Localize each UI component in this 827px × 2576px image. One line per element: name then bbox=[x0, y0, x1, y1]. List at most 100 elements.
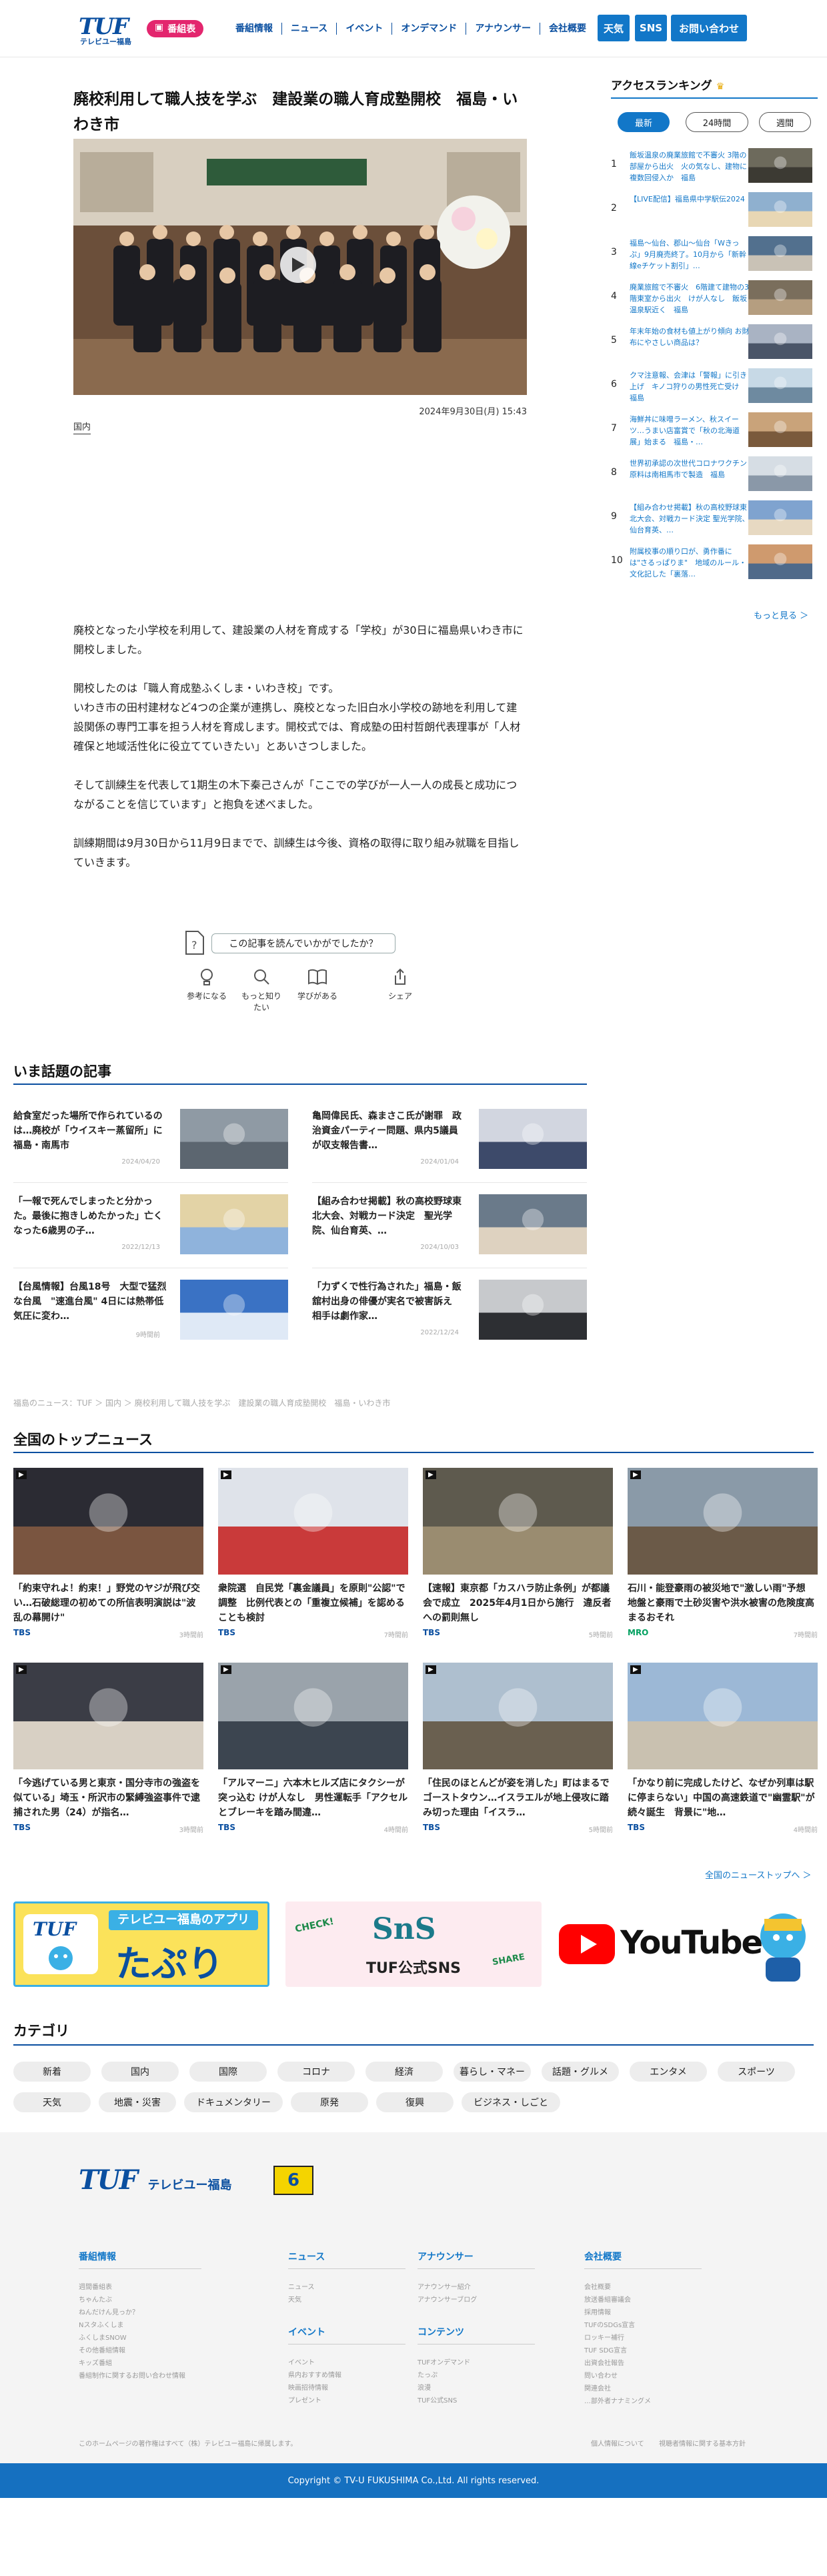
ranking-item-title[interactable]: 年末年始の食材も値上がり傾向 お財布にやさしい商品は？ bbox=[630, 326, 750, 360]
reaction-learn-button[interactable]: 学びがある bbox=[294, 967, 341, 1001]
topic-title[interactable]: 「力ずくで性行為された」福島・飯舘村出身の俳優が実名で被害訴え 相手は劇作家… bbox=[312, 1280, 466, 1324]
ranking-item[interactable]: 10 附属校事の順り口が、勇作番に は"さるっぱりま" 地域のルール・文化記した「… bbox=[611, 544, 812, 580]
ranking-item[interactable]: 1 飯坂温泉の廃業旅館で不審火 3階の部屋から出火 火の気なし、建物に複数回侵入か… bbox=[611, 148, 812, 184]
sns-button[interactable]: SNS bbox=[635, 15, 667, 41]
national-news-thumbnail[interactable]: ▶ bbox=[423, 1663, 613, 1769]
ranking-item-title[interactable]: 海鮮丼に味噌ラーメン、秋スイーツ…うまい店富賞で「秋の北海道展」始まる 福島・… bbox=[630, 414, 750, 448]
ranking-thumbnail[interactable] bbox=[748, 192, 812, 227]
ranking-item[interactable]: 6 クマ注意報、会津は「警報」に引き上げ キノコ狩りの男性死亡受け 福島 bbox=[611, 368, 812, 404]
category-chip[interactable]: 国際 bbox=[189, 2062, 267, 2082]
reaction-share-button[interactable]: シェア bbox=[377, 967, 424, 1001]
footer-link[interactable]: ニュース bbox=[288, 2281, 405, 2294]
category-chip[interactable]: 天気 bbox=[13, 2092, 91, 2112]
topic-thumbnail[interactable] bbox=[180, 1280, 288, 1340]
ranking-item[interactable]: 3 福島～仙台、郡山～仙台「Wきっぷ」9月廃売終了。10月から「新幹線eチケット割… bbox=[611, 236, 812, 272]
national-news-title[interactable]: 「かなり前に完成したけど、なぜか列車は駅に停まらない」中国の高速鉄道で"幽霊駅"… bbox=[628, 1776, 818, 1820]
play-icon[interactable] bbox=[280, 247, 316, 283]
nav-company[interactable]: 会社概要 bbox=[540, 23, 595, 35]
ranking-item-title[interactable]: 世界初承認の次世代コロナワクチン 原料は南相馬市で製造 福島 bbox=[630, 458, 750, 492]
nav-announcers[interactable]: アナウンサー bbox=[466, 23, 540, 35]
ranking-item-title[interactable]: クマ注意報、会津は「警報」に引き上げ キノコ狩りの男性死亡受け 福島 bbox=[630, 370, 750, 404]
category-chip[interactable]: 経済 bbox=[365, 2062, 443, 2082]
national-news-thumbnail[interactable]: ▶ bbox=[13, 1663, 203, 1769]
ranking-item-title[interactable]: 福島～仙台、郡山～仙台「Wきっぷ」9月廃売終了。10月から「新幹線eチケット割引… bbox=[630, 238, 750, 272]
nav-events[interactable]: イベント bbox=[336, 23, 391, 35]
footer-link[interactable]: 採用情報 bbox=[584, 2306, 702, 2319]
ranking-thumbnail[interactable] bbox=[748, 500, 812, 535]
footer-link[interactable]: 関連会社 bbox=[584, 2383, 702, 2395]
app-banner[interactable]: TUF テレビユー福島のアプリ たぷり bbox=[13, 1901, 269, 1987]
ranking-thumbnail[interactable] bbox=[748, 412, 812, 447]
topic-item[interactable]: 【組み合わせ掲載】秋の高校野球東北大会、対戦カード決定 聖光学院、仙台育英、… 2… bbox=[312, 1194, 587, 1260]
ranking-tab-weekly[interactable]: 週間 bbox=[759, 112, 811, 132]
national-news-title[interactable]: 「アルマーニ」六本木ヒルズ店にタクシーが突っ込む けが人なし 男性運転手「アクセ… bbox=[218, 1776, 408, 1820]
national-news-title[interactable]: 「約束守れよ！約束！」野党のヤジが飛び交い…石破総理の初めての所信表明演説は"波… bbox=[13, 1581, 203, 1625]
footer-link[interactable]: TUF公式SNS bbox=[418, 2395, 535, 2407]
footer-logo[interactable]: TUF テレビユー福島 bbox=[79, 2164, 232, 2196]
national-news-item[interactable]: ▶ 石川・能登豪雨の被災地で"激しい雨"予想 地盤と豪雨で土砂災害や洪水被害の危険… bbox=[628, 1468, 818, 1641]
footer-link[interactable]: 天気 bbox=[288, 2294, 405, 2306]
footer-privacy-link[interactable]: 個人情報について bbox=[591, 2438, 644, 2448]
footer-viewer-policy-link[interactable]: 視聴者情報に関する基本方針 bbox=[659, 2438, 746, 2448]
footer-link[interactable]: Nスタふくしま bbox=[79, 2319, 201, 2332]
national-news-item[interactable]: ▶ 「今逃げている男と東京・国分寺市の強盗を似ている」埼玉・所沢市の緊縛強盗事件で… bbox=[13, 1663, 203, 1836]
reaction-more-button[interactable]: もっと知りたい bbox=[238, 967, 285, 1013]
footer-link[interactable]: 会社概要 bbox=[584, 2281, 702, 2294]
ranking-item[interactable]: 8 世界初承認の次世代コロナワクチン 原料は南相馬市で製造 福島 bbox=[611, 456, 812, 492]
footer-link[interactable]: TUFのSDGs宣言 bbox=[584, 2319, 702, 2332]
ranking-item[interactable]: 2 【LIVE配信】福島県中学駅伝2024 bbox=[611, 192, 812, 228]
ranking-thumbnail[interactable] bbox=[748, 324, 812, 359]
category-chip[interactable]: 地震・災害 bbox=[99, 2092, 176, 2112]
ranking-item-title[interactable]: 附属校事の順り口が、勇作番に は"さるっぱりま" 地域のルール・文化記した「裏落… bbox=[630, 546, 750, 580]
category-chip[interactable]: 新着 bbox=[13, 2062, 91, 2082]
topic-title[interactable]: 給食室だった場所で作られているのは…廃校が「ウイスキー蒸留所」に 福島・南馬市 bbox=[13, 1109, 167, 1153]
footer-link[interactable]: TUFオンデマンド bbox=[418, 2356, 535, 2369]
footer-link[interactable]: アナウンサーブログ bbox=[418, 2294, 535, 2306]
topic-title[interactable]: 「一報で死んでしまったと分かった。最後に抱きしめたかった」亡くなった6歳男の子… bbox=[13, 1194, 167, 1238]
ranking-item[interactable]: 4 廃業旅館で不審火 6階建て建物の3階東室から出火 けが人なし 飯坂温泉駅近く … bbox=[611, 280, 812, 316]
ranking-item[interactable]: 9 【組み合わせ掲載】秋の高校野球東北大会、対戦カード決定 聖光学院、仙台育英、… bbox=[611, 500, 812, 536]
ranking-thumbnail[interactable] bbox=[748, 148, 812, 183]
footer-link[interactable]: 出資会社報告 bbox=[584, 2357, 702, 2370]
footer-link[interactable]: キッズ番組 bbox=[79, 2357, 201, 2370]
ranking-tab-latest[interactable]: 最新 bbox=[618, 112, 670, 132]
national-news-thumbnail[interactable]: ▶ bbox=[218, 1468, 408, 1575]
national-news-more-link[interactable]: 全国のニューストップへ ＞ bbox=[705, 1868, 811, 1881]
national-news-item[interactable]: ▶ 「約束守れよ！約束！」野党のヤジが飛び交い…石破総理の初めての所信表明演説は"… bbox=[13, 1468, 203, 1641]
ranking-item[interactable]: 7 海鮮丼に味噌ラーメン、秋スイーツ…うまい店富賞で「秋の北海道展」始まる 福島・… bbox=[611, 412, 812, 448]
national-news-thumbnail[interactable]: ▶ bbox=[628, 1468, 818, 1575]
topic-thumbnail[interactable] bbox=[180, 1109, 288, 1169]
topic-item[interactable]: 「一報で死んでしまったと分かった。最後に抱きしめたかった」亡くなった6歳男の子…… bbox=[13, 1194, 288, 1260]
national-news-thumbnail[interactable]: ▶ bbox=[218, 1663, 408, 1769]
category-chip[interactable]: 暮らし・マネー bbox=[454, 2062, 531, 2082]
ranking-thumbnail[interactable] bbox=[748, 456, 812, 491]
footer-link[interactable]: TUF SDG宣言 bbox=[584, 2344, 702, 2357]
topic-item[interactable]: 給食室だった場所で作られているのは…廃校が「ウイスキー蒸留所」に 福島・南馬市 2… bbox=[13, 1109, 288, 1174]
national-news-title[interactable]: 「住民のほとんどが姿を消した」町はまるでゴーストタウン…イスラエルが地上侵攻に踏… bbox=[423, 1776, 613, 1820]
ranking-item-title[interactable]: 廃業旅館で不審火 6階建て建物の3階東室から出火 けが人なし 飯坂温泉駅近く 福… bbox=[630, 282, 750, 316]
footer-link[interactable]: ちゃんたぶ bbox=[79, 2294, 201, 2306]
topic-item[interactable]: 亀岡偉民氏、森まさこ氏が謝罪 政治資金パーティー問題、県内5議員が収支報告書… 2… bbox=[312, 1109, 587, 1174]
footer-link[interactable]: 浪漫 bbox=[418, 2382, 535, 2395]
tuf-logo[interactable]: TUF テレビユー福島 bbox=[79, 13, 136, 46]
tv-guide-button[interactable]: ▣ 番組表 bbox=[147, 20, 204, 37]
ranking-tab-24h[interactable]: 24時間 bbox=[686, 112, 748, 132]
nav-programs[interactable]: 番組情報 bbox=[227, 23, 281, 35]
ranking-item-title[interactable]: 【組み合わせ掲載】秋の高校野球東北大会、対戦カード決定 聖光学院、仙台育英、… bbox=[630, 502, 750, 536]
ranking-thumbnail[interactable] bbox=[748, 280, 812, 315]
footer-link[interactable]: 週間番組表 bbox=[79, 2281, 201, 2294]
national-news-title[interactable]: 【速報】東京都「カスハラ防止条例」が都議会で成立 2025年4月1日から施行 違… bbox=[423, 1581, 613, 1625]
footer-link[interactable]: ふくしまSNOW bbox=[79, 2332, 201, 2344]
nav-news[interactable]: ニュース bbox=[281, 23, 336, 35]
footer-link[interactable]: 放送番組審議会 bbox=[584, 2294, 702, 2306]
nav-ondemand[interactable]: オンデマンド bbox=[391, 23, 466, 35]
topic-item[interactable]: 【台風情報】台風18号 大型で猛烈な台風 "速進台風" 4日には熱帯低気圧に変わ… bbox=[13, 1280, 288, 1345]
footer-link[interactable]: …部外者ナナミングメ bbox=[584, 2395, 702, 2408]
national-news-item[interactable]: ▶ 衆院選 自民党「裏金議員」を原則"公認"で調整 比例代表との「重複立候補」を認… bbox=[218, 1468, 408, 1641]
ranking-item[interactable]: 5 年末年始の食材も値上がり傾向 お財布にやさしい商品は？ bbox=[611, 324, 812, 360]
footer-link[interactable]: プレゼント bbox=[288, 2395, 405, 2407]
topic-item[interactable]: 「力ずくで性行為された」福島・飯舘村出身の俳優が実名で被害訴え 相手は劇作家… 2… bbox=[312, 1280, 587, 1345]
topic-thumbnail[interactable] bbox=[479, 1109, 587, 1169]
category-chip[interactable]: スポーツ bbox=[718, 2062, 795, 2082]
topic-title[interactable]: 亀岡偉民氏、森まさこ氏が謝罪 政治資金パーティー問題、県内5議員が収支報告書… bbox=[312, 1109, 466, 1153]
